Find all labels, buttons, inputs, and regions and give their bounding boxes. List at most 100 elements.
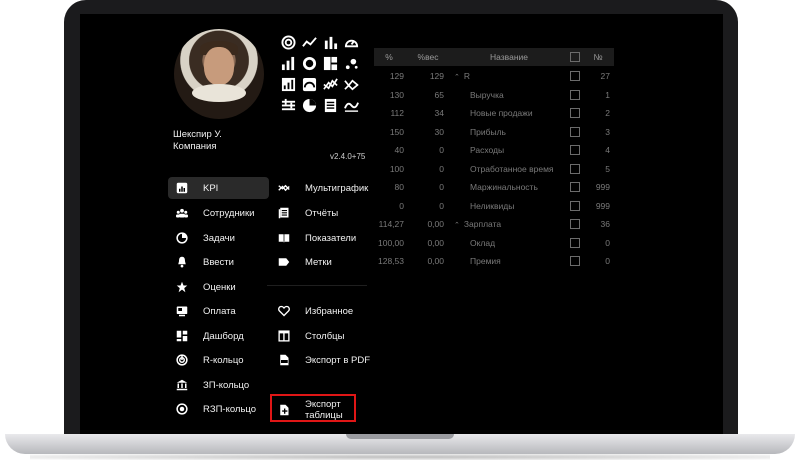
row-checkbox[interactable] — [570, 71, 580, 81]
user-name: Шекспир У. — [173, 129, 222, 140]
row-checkbox[interactable] — [570, 237, 580, 248]
table-row[interactable]: 100 0 Отработанное время 5 — [374, 160, 614, 178]
cell-pct: 150 — [389, 126, 404, 137]
menu-item-salary-ring[interactable]: ЗП-кольцо — [174, 374, 249, 396]
gauge-icon[interactable] — [341, 32, 362, 53]
cell-weight: 65 — [434, 89, 444, 100]
radial-chart-icon[interactable] — [278, 32, 299, 53]
row-checkbox[interactable] — [570, 200, 580, 211]
menu-label: Экспорт в PDF — [305, 354, 371, 366]
cell-pct: 112 — [390, 108, 404, 118]
table-header: % %вес Название № — [374, 48, 614, 66]
row-name: Расходы — [470, 145, 505, 155]
bell-icon — [174, 254, 190, 270]
cell-weight: 0 — [439, 163, 444, 174]
menu-label: Ввести — [203, 256, 234, 268]
cell-name: Неликвиды — [454, 197, 564, 215]
header-pct[interactable]: % — [374, 48, 404, 66]
table-row[interactable]: 80 0 Маржинальность 999 — [374, 178, 614, 196]
table-row[interactable]: 114,27 0,00 ⌃ Зарплата 36 — [374, 215, 614, 233]
table-row[interactable]: 100,00 0,00 Оклад 0 — [374, 234, 614, 252]
cell-weight: 30 — [434, 126, 444, 137]
row-checkbox[interactable] — [570, 126, 580, 137]
row-checkbox[interactable] — [570, 256, 580, 266]
table-row[interactable]: 150 30 Прибыль 3 — [374, 123, 614, 141]
report-icon[interactable] — [320, 95, 341, 116]
scatter-icon[interactable] — [341, 53, 362, 74]
menu-item-columns[interactable]: Столбцы — [276, 325, 344, 347]
wave-chart-icon[interactable] — [341, 95, 362, 116]
row-checkbox[interactable] — [570, 182, 580, 192]
table-row[interactable]: 130 65 Выручка 1 — [374, 86, 614, 104]
speed-icon[interactable] — [299, 74, 320, 95]
line-chart-icon[interactable] — [299, 32, 320, 53]
row-checkbox[interactable] — [570, 219, 580, 229]
menu-item-kpi[interactable]: KPI — [168, 177, 269, 199]
donut-icon[interactable] — [299, 53, 320, 74]
app-version: v2.4.0+75 — [330, 152, 366, 161]
cell-name: Новые продажи — [454, 104, 564, 122]
table-row[interactable]: 112 34 Новые продажи 2 — [374, 104, 614, 122]
menu-item-r-ring[interactable]: R-кольцо — [174, 349, 243, 371]
bar-chart-small-icon[interactable] — [278, 53, 299, 74]
payment-icon — [174, 303, 190, 319]
cell-name: Выручка — [454, 86, 564, 104]
menu-label: Метки — [305, 256, 332, 268]
cell-num: 3 — [605, 126, 610, 137]
menu-item-employees[interactable]: Сотрудники — [174, 202, 254, 224]
menu-label: Показатели — [305, 232, 357, 244]
table-row[interactable]: 0 0 Неликвиды 999 — [374, 197, 614, 215]
menu-item-tags[interactable]: Метки — [276, 251, 332, 273]
cell-num: 27 — [600, 71, 610, 81]
expand-caret-icon[interactable]: ⌃ — [454, 217, 460, 235]
menu-item-export-pdf[interactable]: Экспорт в PDF — [276, 349, 370, 371]
cell-num: 999 — [595, 182, 610, 192]
header-weight[interactable]: %вес — [412, 48, 444, 66]
tasks-icon — [174, 230, 190, 246]
menu-label: RЗП-кольцо — [203, 403, 257, 415]
cell-pct: 100 — [389, 163, 404, 174]
menu-label: Дашборд — [203, 330, 244, 342]
avatar[interactable] — [174, 29, 264, 119]
menu-item-dashboard[interactable]: Дашборд — [174, 325, 244, 347]
cell-num: 0 — [605, 237, 610, 248]
row-checkbox[interactable] — [570, 89, 580, 100]
table-row[interactable]: 129 129 ⌃ R 27 — [374, 67, 614, 85]
row-checkbox[interactable] — [570, 145, 580, 155]
cell-name: Премия — [454, 252, 564, 270]
menu-item-input[interactable]: Ввести — [174, 251, 234, 273]
cell-num: 4 — [605, 145, 610, 155]
menu-label: Задачи — [203, 232, 235, 244]
menu-item-payment[interactable]: Оплата — [174, 300, 236, 322]
expand-caret-icon[interactable]: ⌃ — [454, 69, 460, 87]
multiline-cross-icon[interactable] — [341, 74, 362, 95]
chart-type-icon-grid — [278, 32, 362, 116]
menu-item-favorites[interactable]: Избранное — [276, 300, 353, 322]
menu-item-tasks[interactable]: Задачи — [174, 227, 235, 249]
header-name[interactable]: Название — [454, 48, 564, 66]
laptop-notch — [346, 434, 454, 439]
header-num[interactable]: № — [586, 48, 610, 66]
row-name: Оклад — [470, 237, 496, 248]
cell-weight: 0 — [439, 200, 444, 211]
cell-num: 0 — [605, 256, 610, 266]
layout-icon[interactable] — [320, 53, 341, 74]
bar-chart-up-icon[interactable] — [278, 74, 299, 95]
row-checkbox[interactable] — [570, 108, 580, 118]
menu-item-multichart[interactable]: Мультиграфик — [276, 177, 368, 199]
pdf-icon — [276, 352, 292, 368]
table-row[interactable]: 40 0 Расходы 4 — [374, 141, 614, 159]
row-checkbox[interactable] — [570, 163, 580, 174]
menu-item-ratings[interactable]: Оценки — [174, 276, 236, 298]
pie-icon[interactable] — [299, 95, 320, 116]
table-row[interactable]: 128,53 0,00 Премия 0 — [374, 252, 614, 270]
radio-icon — [174, 401, 190, 417]
multiline-icon[interactable] — [320, 74, 341, 95]
bar-chart-icon[interactable] — [320, 32, 341, 53]
sliders-icon[interactable] — [278, 95, 299, 116]
menu-item-rsalary-ring[interactable]: RЗП-кольцо — [174, 398, 256, 420]
menu-item-reports[interactable]: Отчёты — [276, 202, 338, 224]
book-icon — [276, 230, 292, 246]
menu-item-indicators[interactable]: Показатели — [276, 227, 356, 249]
header-checkbox[interactable] — [570, 52, 580, 62]
